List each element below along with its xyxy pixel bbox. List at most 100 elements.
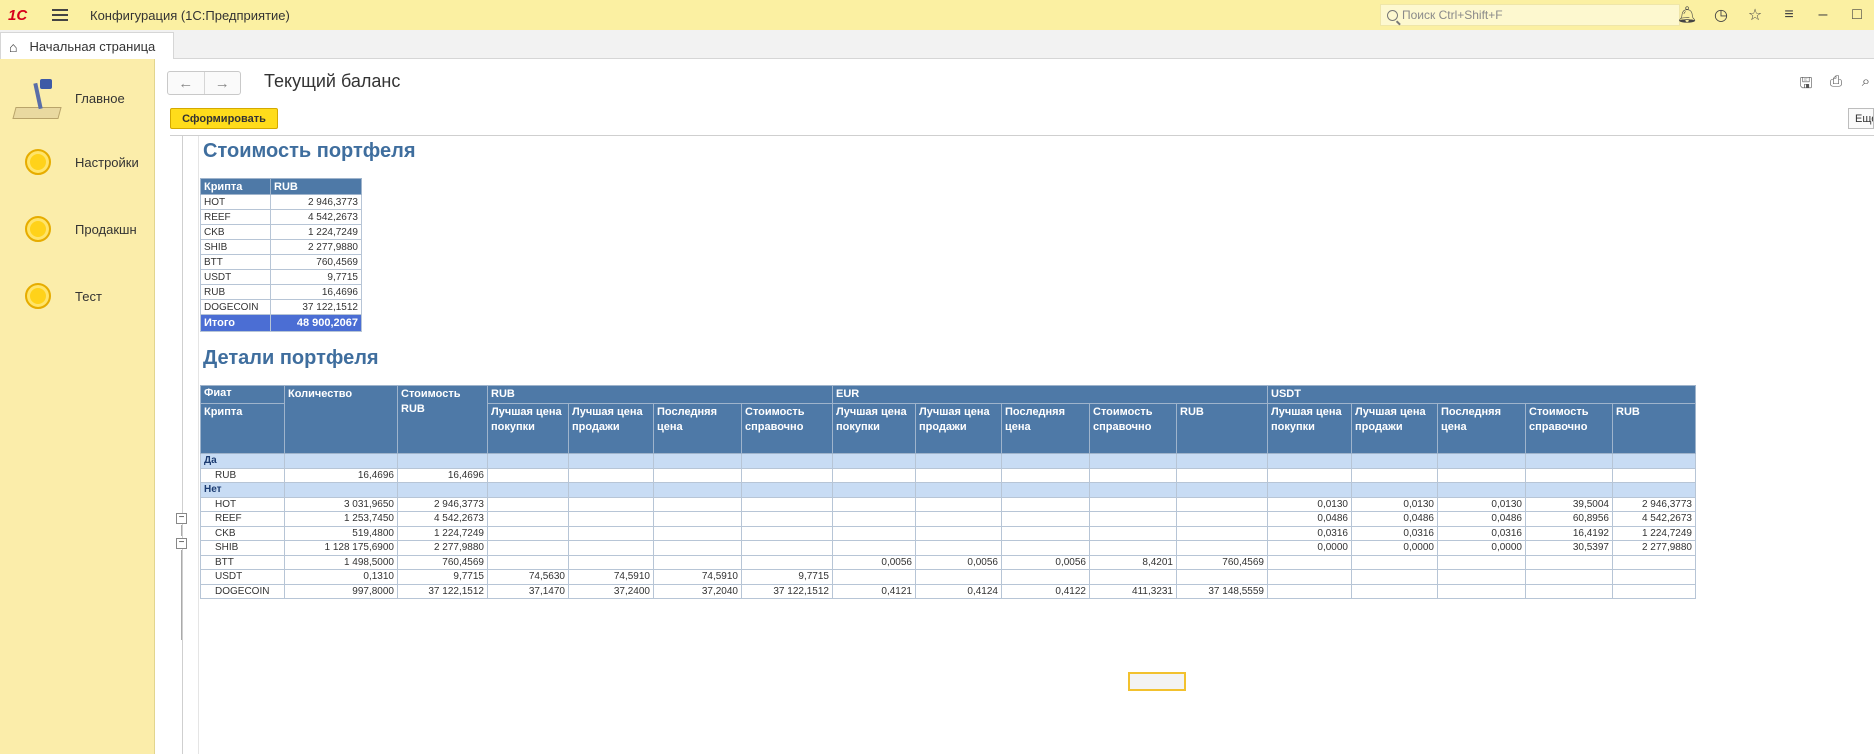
table-cell[interactable] <box>832 496 916 512</box>
table-cell[interactable] <box>1525 583 1613 599</box>
settings-list-icon[interactable]: ≡ <box>1772 6 1806 24</box>
back-arrow-icon[interactable]: ← <box>168 72 205 94</box>
table-cell[interactable]: DOGECOIN <box>200 299 271 315</box>
table-cell[interactable] <box>1267 467 1352 483</box>
table-cell[interactable]: 8,4201 <box>1089 554 1177 570</box>
table-cell[interactable] <box>1176 540 1268 556</box>
collapse-group-icon[interactable]: − <box>176 513 187 524</box>
table-cell[interactable]: 2 946,3773 <box>397 496 488 512</box>
table-cell[interactable] <box>1612 569 1696 585</box>
table-cell[interactable]: 1 498,5000 <box>284 554 398 570</box>
table-cell[interactable]: 0,0000 <box>1437 540 1526 556</box>
table-cell[interactable]: 16,4696 <box>284 467 398 483</box>
table-cell[interactable]: 30,5397 <box>1525 540 1613 556</box>
table-cell[interactable]: 9,7715 <box>270 269 362 285</box>
table-cell[interactable] <box>1089 496 1177 512</box>
group-row[interactable]: Да <box>200 453 1696 469</box>
table-cell[interactable]: 0,0130 <box>1437 496 1526 512</box>
table-cell[interactable] <box>741 540 833 556</box>
table-cell[interactable] <box>832 467 916 483</box>
sidebar-item-production[interactable]: Продакшн <box>0 209 155 249</box>
table-cell[interactable] <box>1267 569 1352 585</box>
table-cell[interactable]: RUB <box>200 467 285 483</box>
table-cell[interactable] <box>915 569 1002 585</box>
table-cell[interactable] <box>1089 540 1177 556</box>
bell-icon[interactable]: 🔔︎ <box>1670 5 1704 25</box>
table-cell[interactable] <box>1437 583 1526 599</box>
more-button[interactable]: Еще <box>1848 108 1874 129</box>
table-cell[interactable]: 0,0130 <box>1351 496 1438 512</box>
sidebar-item-test[interactable]: Тест <box>0 276 155 316</box>
table-cell[interactable] <box>653 496 742 512</box>
table-cell[interactable]: HOT <box>200 496 285 512</box>
table-cell[interactable] <box>1089 569 1177 585</box>
table-cell[interactable] <box>1525 467 1613 483</box>
table-cell[interactable] <box>1612 467 1696 483</box>
table-cell[interactable]: BTT <box>200 554 285 570</box>
table-cell[interactable]: SHIB <box>200 540 285 556</box>
table-cell[interactable] <box>832 525 916 541</box>
table-cell[interactable] <box>915 467 1002 483</box>
table-cell[interactable] <box>832 569 916 585</box>
table-cell[interactable]: 37 148,5559 <box>1176 583 1268 599</box>
table-cell[interactable]: SHIB <box>200 239 271 255</box>
table-cell[interactable]: 37,2400 <box>568 583 654 599</box>
table-cell[interactable] <box>1612 583 1696 599</box>
table-cell[interactable] <box>653 525 742 541</box>
tab-home[interactable]: ⌂ Начальная страница <box>0 32 174 60</box>
history-icon[interactable]: ◷ <box>1704 5 1738 25</box>
table-cell[interactable]: 2 277,9880 <box>397 540 488 556</box>
table-cell[interactable]: HOT <box>200 194 271 210</box>
table-cell[interactable] <box>1176 467 1268 483</box>
table-cell[interactable] <box>915 525 1002 541</box>
star-icon[interactable]: ☆ <box>1738 5 1772 25</box>
table-cell[interactable] <box>1525 554 1613 570</box>
table-cell[interactable] <box>1612 554 1696 570</box>
table-cell[interactable] <box>1267 583 1352 599</box>
table-cell[interactable]: 760,4569 <box>1176 554 1268 570</box>
table-cell[interactable]: 74,5910 <box>568 569 654 585</box>
table-cell[interactable] <box>832 540 916 556</box>
table-cell[interactable]: CKB <box>200 525 285 541</box>
table-cell[interactable]: 74,5910 <box>653 569 742 585</box>
table-cell[interactable]: 0,0056 <box>915 554 1002 570</box>
table-cell[interactable] <box>1267 554 1352 570</box>
generate-button[interactable]: Сформировать <box>170 108 278 129</box>
table-cell[interactable]: 0,1310 <box>284 569 398 585</box>
table-cell[interactable]: 0,0316 <box>1351 525 1438 541</box>
table-cell[interactable] <box>1001 511 1090 527</box>
table-cell[interactable]: 411,3231 <box>1089 583 1177 599</box>
table-cell[interactable]: 16,4192 <box>1525 525 1613 541</box>
table-cell[interactable]: 16,4696 <box>397 467 488 483</box>
table-cell[interactable]: 0,0486 <box>1267 511 1352 527</box>
group-row[interactable]: Нет <box>200 482 1696 498</box>
table-cell[interactable] <box>1001 540 1090 556</box>
table-cell[interactable]: 760,4569 <box>397 554 488 570</box>
table-cell[interactable]: 0,0486 <box>1351 511 1438 527</box>
table-cell[interactable]: 997,8000 <box>284 583 398 599</box>
table-cell[interactable]: 37,1470 <box>487 583 569 599</box>
table-cell[interactable] <box>915 496 1002 512</box>
table-cell[interactable]: 0,0056 <box>1001 554 1090 570</box>
table-cell[interactable] <box>568 511 654 527</box>
table-cell[interactable]: 1 224,7249 <box>1612 525 1696 541</box>
maximize-icon[interactable]: □ <box>1840 6 1874 24</box>
table-cell[interactable]: 39,5004 <box>1525 496 1613 512</box>
table-cell[interactable]: 74,5630 <box>487 569 569 585</box>
table-cell[interactable] <box>915 511 1002 527</box>
table-cell[interactable] <box>1351 554 1438 570</box>
table-cell[interactable]: 519,4800 <box>284 525 398 541</box>
table-cell[interactable] <box>568 525 654 541</box>
table-cell[interactable]: RUB <box>200 284 271 300</box>
table-cell[interactable]: 37 122,1512 <box>741 583 833 599</box>
table-cell[interactable]: 0,4121 <box>832 583 916 599</box>
table-cell[interactable]: 4 542,2673 <box>1612 511 1696 527</box>
print-icon[interactable]: ⎙ <box>1828 73 1844 98</box>
table-cell[interactable] <box>1351 569 1438 585</box>
table-cell[interactable] <box>487 554 569 570</box>
sidebar-item-main[interactable]: Главное <box>0 75 155 121</box>
table-cell[interactable] <box>653 467 742 483</box>
table-cell[interactable]: 0,4124 <box>915 583 1002 599</box>
table-cell[interactable]: 9,7715 <box>397 569 488 585</box>
menu-icon[interactable] <box>52 9 68 21</box>
